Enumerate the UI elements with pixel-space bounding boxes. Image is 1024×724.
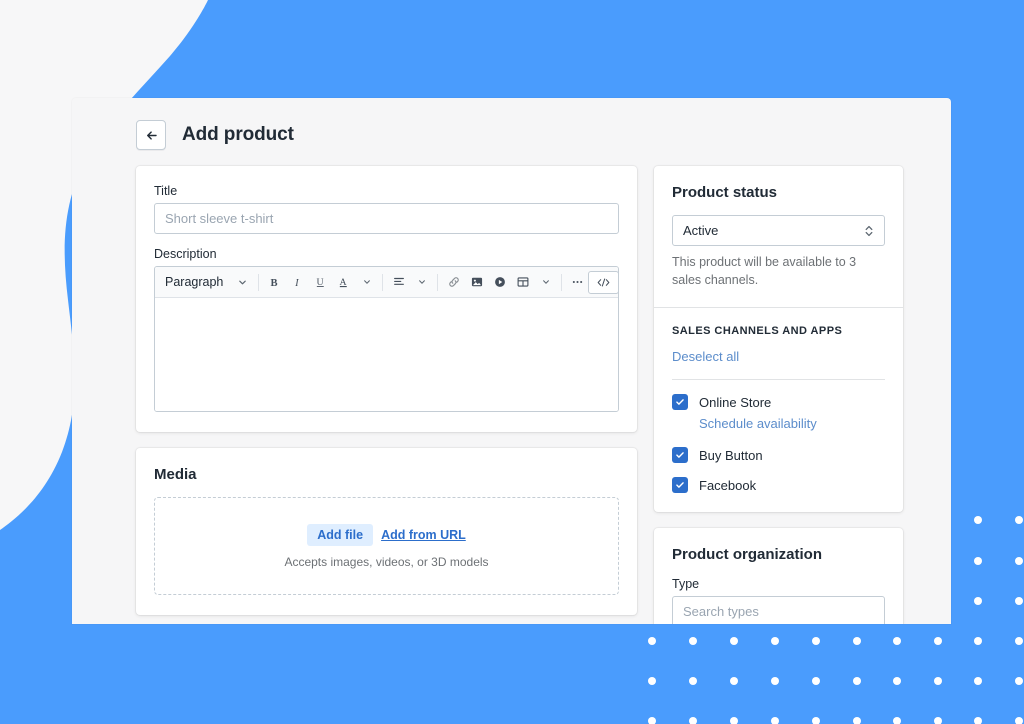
type-label: Type <box>672 577 885 591</box>
chevron-down-icon <box>418 278 426 286</box>
editor-toolbar: Paragraph B <box>155 267 618 298</box>
app-window: Add product Title Description Paragraph <box>72 98 951 624</box>
deselect-all-link[interactable]: Deselect all <box>672 349 739 364</box>
type-input[interactable] <box>672 596 885 624</box>
block-style-select[interactable]: Paragraph <box>157 270 253 294</box>
product-details-card: Title Description Paragraph <box>136 166 637 432</box>
svg-text:B: B <box>270 278 277 289</box>
insert-link-button[interactable] <box>443 270 464 294</box>
block-style-value: Paragraph <box>165 275 223 289</box>
check-icon <box>675 397 685 407</box>
media-title: Media <box>154 466 619 483</box>
media-card: Media Add file Add from URL Accepts imag… <box>136 448 637 615</box>
description-label: Description <box>154 247 619 261</box>
chevron-down-icon <box>363 278 371 286</box>
description-editor: Paragraph B <box>154 266 619 412</box>
ellipsis-icon <box>570 275 585 289</box>
text-color-button[interactable]: A <box>333 270 354 294</box>
page-header: Add product <box>72 98 951 156</box>
underline-icon: U <box>314 275 327 289</box>
bold-button[interactable]: B <box>264 270 285 294</box>
toolbar-separator <box>382 274 383 291</box>
schedule-availability-link[interactable]: Schedule availability <box>699 416 817 431</box>
table-dropdown[interactable] <box>535 270 556 294</box>
channel-label-buy-button: Buy Button <box>699 448 763 463</box>
media-dropzone[interactable]: Add file Add from URL Accepts images, vi… <box>154 497 619 595</box>
channel-row-buy-button[interactable]: Buy Button <box>672 447 885 463</box>
section-rule <box>672 379 885 380</box>
svg-text:I: I <box>294 278 299 289</box>
code-icon <box>596 276 611 289</box>
product-status-select[interactable]: Active <box>672 215 885 246</box>
chevron-down-icon <box>238 278 247 287</box>
sales-channels-heading: SALES CHANNELS AND APPS <box>672 325 885 337</box>
text-color-dropdown[interactable] <box>356 270 377 294</box>
content-area: Title Description Paragraph <box>72 156 951 624</box>
arrow-left-icon <box>144 128 159 143</box>
video-play-icon <box>493 275 507 289</box>
insert-image-button[interactable] <box>466 270 487 294</box>
link-icon <box>447 275 461 289</box>
product-organization-card: Product organization Type <box>654 528 903 624</box>
title-input[interactable] <box>154 203 619 234</box>
check-icon <box>675 450 685 460</box>
toolbar-separator <box>258 274 259 291</box>
underline-button[interactable]: U <box>310 270 331 294</box>
back-button[interactable] <box>136 120 166 150</box>
checkbox-facebook[interactable] <box>672 477 688 493</box>
add-from-url-link[interactable]: Add from URL <box>381 528 466 542</box>
channel-row-online-store[interactable]: Online Store <box>672 394 885 410</box>
text-color-icon: A <box>337 275 350 289</box>
product-status-card: Product status Active This product will … <box>654 166 903 512</box>
html-code-button[interactable] <box>588 271 619 294</box>
stepper-updown-icon <box>864 224 874 238</box>
main-column: Title Description Paragraph <box>136 166 637 624</box>
more-options-button[interactable] <box>567 270 588 294</box>
media-hint: Accepts images, videos, or 3D models <box>284 555 488 569</box>
product-organization-title: Product organization <box>672 546 885 563</box>
description-textarea[interactable] <box>155 298 618 411</box>
toolbar-separator <box>437 274 438 291</box>
channel-label-facebook: Facebook <box>699 478 756 493</box>
side-column: Product status Active This product will … <box>654 166 903 624</box>
insert-video-button[interactable] <box>489 270 510 294</box>
product-status-value: Active <box>683 223 718 238</box>
page-title: Add product <box>182 124 294 146</box>
channel-label-online-store: Online Store <box>699 395 771 410</box>
title-label: Title <box>154 184 619 198</box>
checkbox-online-store[interactable] <box>672 394 688 410</box>
add-file-button[interactable]: Add file <box>307 524 373 546</box>
italic-button[interactable]: I <box>287 270 308 294</box>
insert-table-button[interactable] <box>512 270 533 294</box>
image-icon <box>470 275 484 289</box>
bold-icon: B <box>268 276 281 289</box>
chevron-down-icon <box>542 278 550 286</box>
align-button[interactable] <box>388 270 409 294</box>
product-status-helper: This product will be available to 3 sale… <box>672 253 885 289</box>
product-status-title: Product status <box>672 184 885 201</box>
table-icon <box>516 275 530 289</box>
check-icon <box>675 480 685 490</box>
checkbox-buy-button[interactable] <box>672 447 688 463</box>
channel-row-facebook[interactable]: Facebook <box>672 477 885 493</box>
align-dropdown[interactable] <box>411 270 432 294</box>
align-left-icon <box>392 275 406 289</box>
italic-icon: I <box>291 276 304 289</box>
toolbar-separator <box>561 274 562 291</box>
